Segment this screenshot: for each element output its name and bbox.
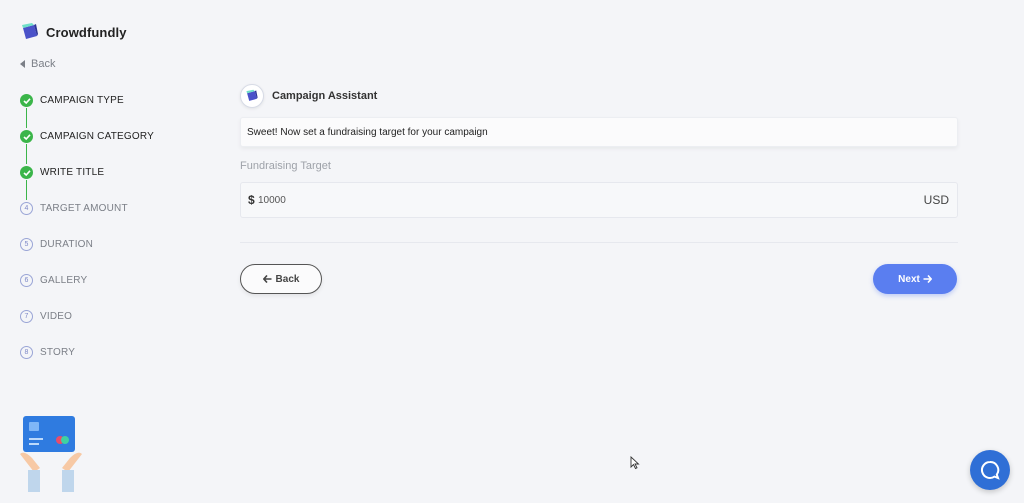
step-label: WRITE TITLE xyxy=(40,167,105,178)
check-icon xyxy=(20,94,33,107)
step-number: 4 xyxy=(20,202,33,215)
crowdfundly-logo-icon xyxy=(22,23,38,39)
step-label: CAMPAIGN CATEGORY xyxy=(40,131,154,142)
currency-code: USD xyxy=(923,193,949,207)
step-story[interactable]: 8 STORY xyxy=(20,346,75,359)
step-label: VIDEO xyxy=(40,311,73,322)
step-label: DURATION xyxy=(40,239,94,250)
arrow-left-icon xyxy=(262,275,272,283)
target-amount-input[interactable] xyxy=(258,191,378,209)
caret-left-icon xyxy=(20,60,25,68)
step-campaign-category[interactable]: CAMPAIGN CATEGORY xyxy=(20,130,154,143)
chat-bubble-icon xyxy=(981,460,1000,480)
assistant-header: Campaign Assistant xyxy=(240,84,377,108)
step-label: CAMPAIGN TYPE xyxy=(40,95,124,106)
step-number: 7 xyxy=(20,310,33,323)
assistant-message: Sweet! Now set a fundraising target for … xyxy=(240,117,958,147)
step-label: TARGET AMOUNT xyxy=(40,203,128,214)
step-label: STORY xyxy=(40,347,76,358)
step-video[interactable]: 7 VIDEO xyxy=(20,310,72,323)
chat-widget-button[interactable] xyxy=(970,450,1010,490)
step-connector xyxy=(26,144,27,164)
step-campaign-type[interactable]: CAMPAIGN TYPE xyxy=(20,94,124,107)
next-button-label: Next xyxy=(898,273,920,285)
fundraising-target-label: Fundraising Target xyxy=(240,160,331,172)
brand[interactable]: Crowdfundly xyxy=(20,22,127,42)
step-connector xyxy=(26,108,27,128)
credit-card-hands-illustration xyxy=(20,416,82,492)
fundraising-target-field[interactable]: $ USD xyxy=(240,182,958,218)
check-icon xyxy=(20,130,33,143)
currency-symbol: $ xyxy=(248,193,255,207)
divider xyxy=(240,242,958,243)
crowdfundly-logo-icon xyxy=(246,89,258,101)
step-duration[interactable]: 5 DURATION xyxy=(20,238,93,251)
sidebar-back-label: Back xyxy=(31,58,56,70)
mouse-cursor-icon xyxy=(630,456,640,470)
step-gallery[interactable]: 6 GALLERY xyxy=(20,274,87,287)
arrow-right-icon xyxy=(923,275,932,283)
step-write-title[interactable]: WRITE TITLE xyxy=(20,166,104,179)
step-target-amount[interactable]: 4 TARGET AMOUNT xyxy=(20,202,128,215)
sidebar: Crowdfundly Back CAMPAIGN TYPE CAMPAIGN … xyxy=(0,0,200,503)
step-connector xyxy=(26,180,27,200)
back-button-label: Back xyxy=(275,273,300,285)
back-button[interactable]: Back xyxy=(240,264,322,294)
step-label: GALLERY xyxy=(40,275,88,286)
next-button[interactable]: Next xyxy=(873,264,957,294)
check-icon xyxy=(20,166,33,179)
assistant-name: Campaign Assistant xyxy=(272,90,378,102)
assistant-avatar xyxy=(240,84,264,108)
step-number: 6 xyxy=(20,274,33,287)
step-number: 8 xyxy=(20,346,33,359)
step-number: 5 xyxy=(20,238,33,251)
sidebar-back-link[interactable]: Back xyxy=(20,58,55,70)
brand-name: Crowdfundly xyxy=(46,24,127,40)
